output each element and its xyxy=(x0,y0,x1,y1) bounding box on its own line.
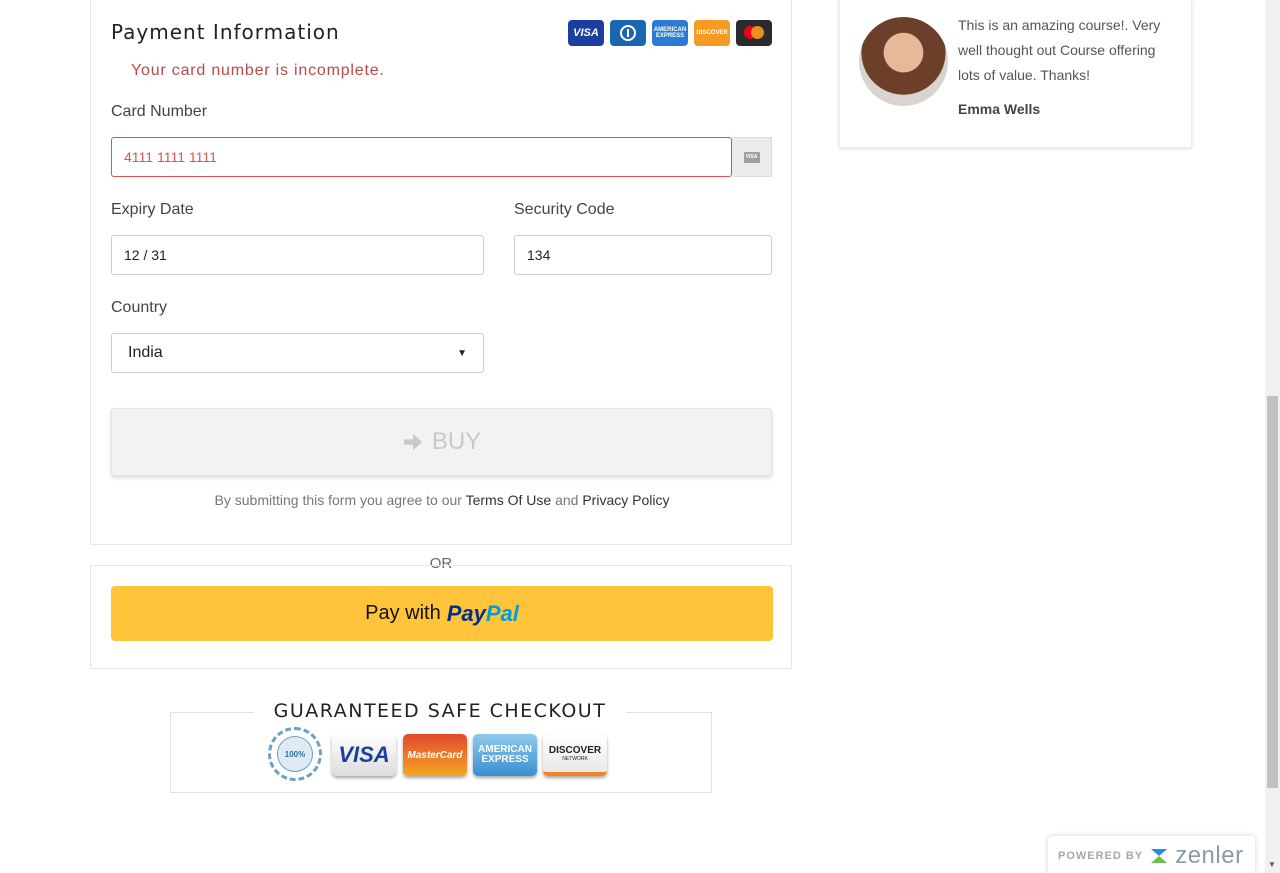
expiry-date-input[interactable]: 12 / 31 xyxy=(111,235,484,275)
terms-notice: By submitting this form you agree to our… xyxy=(91,492,793,508)
testimonial-quote: This is an amazing course!. Very well th… xyxy=(958,17,1161,83)
terms-of-use-link[interactable]: Terms Of Use xyxy=(466,492,552,508)
payment-panel: Payment Information VISA AMERICAN EXPRES… xyxy=(90,0,792,545)
arrow-right-icon xyxy=(403,433,422,451)
card-number-label: Card Number xyxy=(111,103,208,120)
discover-card-icon: DISCOVER NETWORK xyxy=(543,734,607,776)
safe-checkout-title: GUARANTEED SAFE CHECKOUT xyxy=(254,700,626,722)
terms-prefix: By submitting this form you agree to our xyxy=(214,492,462,508)
mastercard-logo-icon xyxy=(736,20,772,46)
testimonial-card: This is an amazing course!. Very well th… xyxy=(839,0,1192,148)
privacy-policy-link[interactable]: Privacy Policy xyxy=(582,492,669,508)
paypal-logo-icon: PayPal xyxy=(446,600,519,626)
powered-by-label: POWERED BY xyxy=(1058,850,1144,862)
diners-logo-icon xyxy=(610,20,646,46)
expiry-date-label: Expiry Date xyxy=(111,201,194,218)
chevron-down-icon: ▼ xyxy=(457,347,467,359)
paypal-pay-with: Pay with xyxy=(365,602,441,624)
card-type-addon: VISA xyxy=(732,137,772,177)
page-title: Payment Information xyxy=(111,20,340,44)
powered-by-badge[interactable]: POWERED BY zenler xyxy=(1048,836,1255,873)
terms-and: and xyxy=(555,492,579,508)
country-select[interactable]: India ▼ xyxy=(111,333,484,373)
discover-card-sub: NETWORK xyxy=(562,755,588,762)
country-label: Country xyxy=(111,299,168,316)
card-error-message: Your card number is incomplete. xyxy=(131,62,385,79)
card-type-icon: VISA xyxy=(743,151,760,163)
security-code-input[interactable]: 134 xyxy=(514,235,772,275)
scroll-down-arrow-icon[interactable]: ▼ xyxy=(1268,860,1276,869)
discover-card-label: DISCOVER xyxy=(548,744,602,756)
paypal-panel: Pay with PayPal xyxy=(90,565,792,669)
testimonial-author: Emma Wells xyxy=(958,101,1041,117)
zenler-logo-icon xyxy=(1151,849,1168,863)
visa-card-icon: VISA xyxy=(332,734,396,776)
country-select-value: India xyxy=(128,344,163,361)
zenler-brand: zenler xyxy=(1175,842,1244,869)
seal-text: 100% xyxy=(277,736,313,772)
buy-button[interactable]: BUY xyxy=(111,408,772,476)
paypal-button[interactable]: Pay with PayPal xyxy=(111,586,773,641)
mastercard-card-icon: MasterCard xyxy=(403,734,467,776)
security-code-label: Security Code xyxy=(514,201,615,218)
visa-logo-icon: VISA xyxy=(568,20,604,46)
buy-button-label: BUY xyxy=(431,428,482,455)
amex-card-icon: AMERICAN EXPRESS xyxy=(473,734,537,776)
amex-logo-icon: AMERICAN EXPRESS xyxy=(652,20,688,46)
discover-logo-icon: DISCOVER xyxy=(694,20,730,46)
card-number-input[interactable]: 4111 1111 1111 xyxy=(111,137,732,177)
satisfaction-guarantee-seal-icon: 100% xyxy=(268,727,322,781)
avatar xyxy=(859,17,948,106)
accepted-cards: VISA AMERICAN EXPRESS DISCOVER xyxy=(568,20,772,46)
scrollbar-thumb[interactable] xyxy=(1267,396,1278,788)
